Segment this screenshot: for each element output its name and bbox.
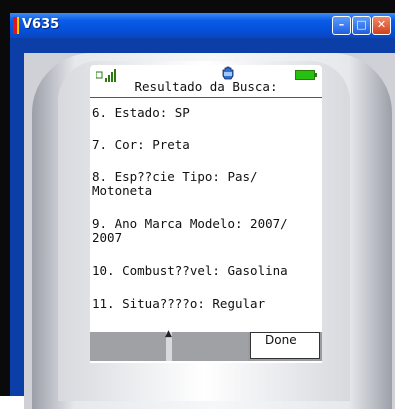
maximize-button[interactable]: □ bbox=[352, 16, 371, 35]
window-title: V635 bbox=[22, 17, 60, 32]
list-item[interactable]: 7. Cor: Preta bbox=[92, 138, 322, 152]
list-item[interactable]: 10. Combust??vel: Gasolina bbox=[92, 264, 322, 278]
title-bar[interactable]: V635 – □ ✕ bbox=[10, 13, 395, 38]
close-button[interactable]: ✕ bbox=[372, 16, 391, 35]
done-button[interactable]: Done bbox=[250, 332, 320, 359]
center-softkey[interactable] bbox=[172, 332, 248, 361]
minimize-button[interactable]: – bbox=[332, 16, 351, 35]
softkey-bar: ▲ Done bbox=[90, 329, 322, 361]
emulator-window: V635 – □ ✕ Resultado da Busca: 6. Estado… bbox=[10, 13, 395, 409]
title-divider bbox=[90, 97, 322, 98]
list-item[interactable]: 11. Situa????o: Regular bbox=[92, 297, 322, 311]
scroll-up-icon: ▲ bbox=[165, 329, 172, 339]
list-item[interactable]: 9. Ano Marca Modelo: 2007/ 2007 bbox=[92, 217, 322, 245]
hand-icon bbox=[222, 66, 234, 80]
list-item[interactable]: 8. Esp??cie Tipo: Pas/ Motoneta bbox=[92, 170, 322, 198]
app-icon bbox=[13, 17, 19, 34]
left-softkey[interactable] bbox=[90, 332, 166, 361]
phone-screen: Resultado da Busca: 6. Estado: SP 7. Cor… bbox=[90, 65, 322, 363]
list-item[interactable]: 6. Estado: SP bbox=[92, 106, 322, 120]
screen-title: Resultado da Busca: bbox=[134, 79, 278, 94]
